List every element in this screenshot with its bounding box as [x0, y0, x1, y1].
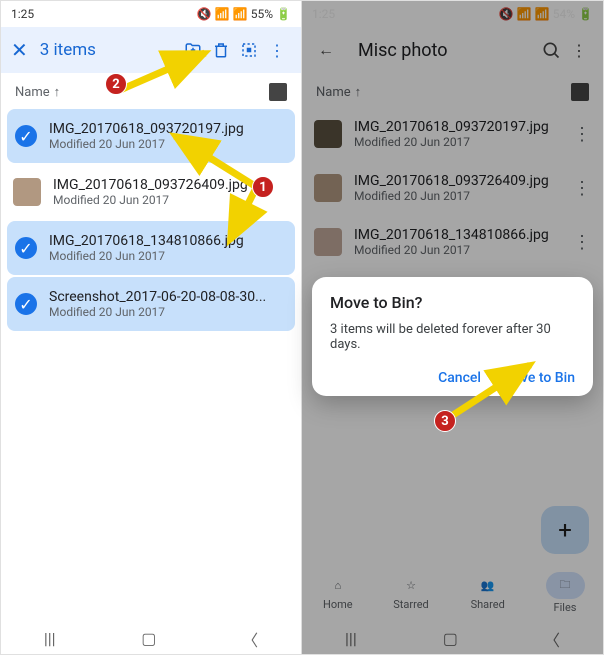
fab-add[interactable]: +	[541, 506, 589, 554]
clock: 1:25	[11, 7, 34, 21]
item-more-icon[interactable]: ⋮	[573, 178, 591, 199]
android-navbar: ||| ▢ 〈	[302, 622, 603, 654]
annotation-badge-2: 2	[105, 73, 127, 95]
wifi-icon: 📶	[517, 7, 532, 21]
dialog-title: Move to Bin?	[330, 293, 575, 312]
bottom-nav: ⌂Home ☆Starred 👥Shared 🗀Files	[302, 564, 603, 622]
item-more-icon[interactable]: ⋮	[573, 232, 591, 253]
status-bar: 1:25 🔇 📶 📶 55% 🔋	[1, 1, 301, 27]
folder-icon: 🗀	[546, 572, 585, 599]
battery-icon: 🔋	[276, 7, 291, 21]
view-toggle-icon[interactable]	[571, 83, 589, 101]
checkmark-icon[interactable]: ✓	[15, 237, 37, 259]
sort-bar[interactable]: Name ↑	[1, 73, 301, 107]
file-modified: Modified 20 Jun 2017	[49, 137, 287, 151]
selection-toolbar: ✕ 3 items ⋮	[1, 27, 301, 73]
file-name: IMG_20170618_134810866.jpg	[354, 227, 561, 243]
sort-label: Name	[15, 85, 50, 100]
search-icon[interactable]	[537, 36, 565, 64]
file-name: IMG_20170618_134810866.jpg	[49, 233, 287, 249]
home-button[interactable]: ▢	[141, 629, 156, 648]
list-item[interactable]: IMG_20170618_093726409.jpgModified 20 Ju…	[302, 161, 603, 215]
status-icons: 🔇 📶 📶 55% 🔋	[197, 7, 291, 21]
sort-direction-icon: ↑	[54, 84, 61, 100]
tab-shared[interactable]: 👥Shared	[467, 575, 509, 611]
file-modified: Modified 20 Jun 2017	[53, 193, 289, 207]
back-icon[interactable]: ←	[312, 36, 340, 64]
item-more-icon[interactable]: ⋮	[573, 124, 591, 145]
signal-icon: 📶	[535, 7, 550, 21]
list-item[interactable]: ✓ Screenshot_2017-06-20-08-08-30...Modif…	[7, 277, 295, 331]
sort-bar[interactable]: Name ↑	[302, 73, 603, 107]
tab-files[interactable]: 🗀Files	[546, 572, 585, 614]
checkmark-icon[interactable]: ✓	[15, 125, 37, 147]
signal-icon: 📶	[233, 7, 248, 21]
annotation-badge-3: 3	[434, 410, 456, 432]
checkmark-icon[interactable]: ✓	[15, 293, 37, 315]
thumbnail	[314, 174, 342, 202]
confirm-button[interactable]: Move to Bin	[501, 370, 575, 386]
file-name: IMG_20170618_093726409.jpg	[354, 173, 561, 189]
home-button[interactable]: ▢	[443, 629, 458, 648]
file-modified: Modified 20 Jun 2017	[354, 243, 561, 257]
sort-label: Name	[316, 85, 351, 100]
tab-home[interactable]: ⌂Home	[320, 575, 355, 611]
list-item[interactable]: ✓ IMG_20170618_134810866.jpgModified 20 …	[7, 221, 295, 275]
more-icon[interactable]: ⋮	[565, 36, 593, 64]
recents-button[interactable]: |||	[44, 629, 56, 648]
battery-text: 54%	[553, 7, 575, 21]
file-modified: Modified 20 Jun 2017	[49, 249, 287, 263]
status-bar: 1:25 🔇 📶 📶 54% 🔋	[302, 1, 603, 27]
file-modified: Modified 20 Jun 2017	[49, 305, 287, 319]
sort-direction-icon: ↑	[355, 84, 362, 100]
battery-icon: 🔋	[578, 7, 593, 21]
cancel-button[interactable]: Cancel	[438, 370, 481, 386]
confirm-dialog: Move to Bin? 3 items will be deleted for…	[312, 277, 593, 396]
list-item[interactable]: ✓ IMG_20170618_093720197.jpgModified 20 …	[7, 109, 295, 163]
left-pane: 1:25 🔇 📶 📶 55% 🔋 ✕ 3 items ⋮	[1, 1, 302, 654]
thumbnail	[13, 178, 41, 206]
dialog-body: 3 items will be deleted forever after 30…	[330, 322, 575, 352]
recents-button[interactable]: |||	[345, 629, 357, 648]
view-toggle-icon[interactable]	[269, 83, 287, 101]
clock: 1:25	[312, 7, 335, 21]
tab-starred[interactable]: ☆Starred	[392, 575, 430, 611]
mute-icon: 🔇	[499, 7, 514, 21]
android-navbar: ||| ▢ 〈	[1, 622, 301, 654]
star-icon: ☆	[392, 575, 430, 596]
move-to-folder-icon[interactable]	[179, 36, 207, 64]
trash-icon[interactable]	[207, 36, 235, 64]
file-name: IMG_20170618_093720197.jpg	[354, 119, 561, 135]
selection-count: 3 items	[40, 40, 179, 60]
battery-text: 55%	[251, 7, 273, 21]
wifi-icon: 📶	[215, 7, 230, 21]
select-all-icon[interactable]	[235, 36, 263, 64]
list-item[interactable]: IMG_20170618_134810866.jpgModified 20 Ju…	[302, 215, 603, 269]
people-icon: 👥	[467, 575, 509, 596]
file-name: Screenshot_2017-06-20-08-08-30...	[49, 289, 287, 305]
file-name: IMG_20170618_093720197.jpg	[49, 121, 287, 137]
back-button[interactable]: 〈	[242, 627, 258, 651]
right-pane: 1:25 🔇 📶 📶 54% 🔋 ← Misc photo ⋮ Name ↑	[302, 1, 603, 654]
home-icon: ⌂	[320, 575, 355, 596]
thumbnail	[314, 228, 342, 256]
folder-toolbar: ← Misc photo ⋮	[302, 27, 603, 73]
more-icon[interactable]: ⋮	[263, 36, 291, 64]
back-button[interactable]: 〈	[544, 627, 560, 651]
thumbnail	[314, 120, 342, 148]
file-modified: Modified 20 Jun 2017	[354, 135, 561, 149]
folder-title: Misc photo	[358, 40, 537, 61]
file-modified: Modified 20 Jun 2017	[354, 189, 561, 203]
close-icon[interactable]: ✕	[11, 38, 28, 62]
annotation-badge-1: 1	[252, 176, 274, 198]
status-icons: 🔇 📶 📶 54% 🔋	[499, 7, 593, 21]
mute-icon: 🔇	[197, 7, 212, 21]
list-item[interactable]: IMG_20170618_093720197.jpgModified 20 Ju…	[302, 107, 603, 161]
